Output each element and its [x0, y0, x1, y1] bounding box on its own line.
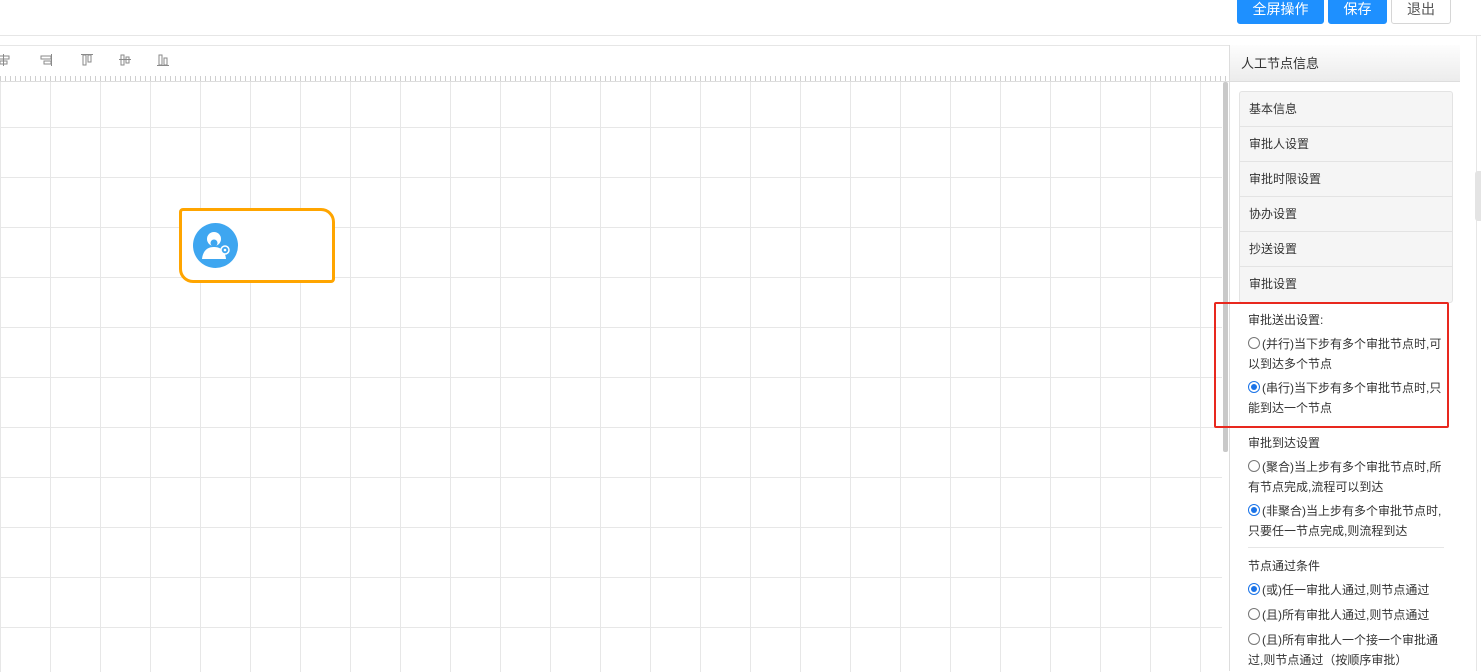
settings-menu: 基本信息 审批人设置 审批时限设置 协办设置 抄送设置 审批设置 — [1239, 91, 1453, 303]
pass-condition-settings: 节点通过条件 (或)任一审批人通过,则节点通过 (且)所有审批人通过,则节点通过… — [1248, 558, 1448, 670]
menu-item-approval-settings[interactable]: 审批设置 — [1240, 267, 1452, 302]
arrive-option-merge[interactable]: (聚合)当上步有多个审批节点时,所有节点完成,流程可以到达 — [1248, 457, 1448, 497]
send-out-settings: 审批送出设置: (并行)当下步有多个审批节点时,可以到达多个节点 (串行)当下步… — [1248, 312, 1448, 418]
menu-item-assist-settings[interactable]: 协办设置 — [1240, 197, 1452, 232]
radio-button[interactable] — [1248, 337, 1260, 349]
menu-item-basic-info[interactable]: 基本信息 — [1240, 92, 1452, 127]
menu-item-cc-settings[interactable]: 抄送设置 — [1240, 232, 1452, 267]
canvas-grid[interactable] — [0, 82, 1222, 672]
pass-option-any[interactable]: (或)任一审批人通过,则节点通过 — [1248, 580, 1448, 600]
user-icon — [193, 223, 238, 268]
panel-title: 人工节点信息 — [1230, 45, 1460, 82]
option-label: (聚合)当上步有多个审批节点时,所有节点完成,流程可以到达 — [1248, 460, 1442, 494]
section-divider — [1248, 547, 1444, 548]
radio-button-checked[interactable] — [1248, 583, 1260, 595]
canvas-vertical-scrollbar[interactable] — [1222, 82, 1229, 672]
align-top-icon[interactable] — [79, 52, 95, 68]
radio-button-checked[interactable] — [1248, 504, 1260, 516]
design-canvas-area — [0, 45, 1229, 672]
align-toolbar — [0, 46, 1229, 76]
fullscreen-button[interactable]: 全屏操作 — [1237, 0, 1324, 24]
pass-option-sequential[interactable]: (且)所有审批人一个接一个审批通过,则节点通过（按顺序审批） — [1248, 630, 1448, 670]
menu-item-approver-settings[interactable]: 审批人设置 — [1240, 127, 1452, 162]
send-out-option-serial[interactable]: (串行)当下步有多个审批节点时,只能到达一个节点 — [1248, 378, 1448, 418]
send-out-title: 审批送出设置: — [1248, 313, 1324, 327]
collapse-tab[interactable] — [1475, 171, 1481, 221]
align-center-icon[interactable] — [0, 52, 12, 68]
send-out-option-parallel[interactable]: (并行)当下步有多个审批节点时,可以到达多个节点 — [1248, 334, 1448, 374]
radio-button-checked[interactable] — [1248, 381, 1260, 393]
align-middle-icon[interactable] — [117, 52, 133, 68]
option-label: (非聚合)当上步有多个审批节点时,只要任一节点完成,则流程到达 — [1248, 504, 1442, 538]
option-label: (且)所有审批人一个接一个审批通过,则节点通过（按顺序审批） — [1248, 633, 1438, 667]
right-edge-bar — [1460, 36, 1481, 671]
radio-button[interactable] — [1248, 460, 1260, 472]
menu-item-time-limit-settings[interactable]: 审批时限设置 — [1240, 162, 1452, 197]
exit-button[interactable]: 退出 — [1391, 0, 1451, 24]
top-bar: 全屏操作 保存 退出 — [0, 0, 1481, 36]
node-properties-panel: 人工节点信息 基本信息 审批人设置 审批时限设置 协办设置 抄送设置 审批设置 … — [1229, 45, 1460, 671]
pass-option-all[interactable]: (且)所有审批人通过,则节点通过 — [1248, 605, 1448, 625]
arrive-option-non-merge[interactable]: (非聚合)当上步有多个审批节点时,只要任一节点完成,则流程到达 — [1248, 501, 1448, 541]
pass-condition-title: 节点通过条件 — [1248, 559, 1321, 573]
edge-divider — [1476, 36, 1477, 671]
save-button[interactable]: 保存 — [1328, 0, 1387, 24]
option-label: (且)所有审批人通过,则节点通过 — [1262, 608, 1430, 622]
manual-node[interactable] — [179, 208, 335, 283]
option-label: (或)任一审批人通过,则节点通过 — [1262, 583, 1430, 597]
radio-button[interactable] — [1248, 608, 1260, 620]
arrive-title: 审批到达设置 — [1248, 436, 1321, 450]
align-right-icon[interactable] — [38, 52, 54, 68]
scrollbar-thumb[interactable] — [1223, 82, 1228, 452]
radio-button[interactable] — [1248, 633, 1260, 645]
option-label: (并行)当下步有多个审批节点时,可以到达多个节点 — [1248, 337, 1442, 371]
arrive-settings: 审批到达设置 (聚合)当上步有多个审批节点时,所有节点完成,流程可以到达 (非聚… — [1248, 435, 1448, 541]
align-bottom-icon[interactable] — [155, 52, 171, 68]
option-label: (串行)当下步有多个审批节点时,只能到达一个节点 — [1248, 381, 1442, 415]
